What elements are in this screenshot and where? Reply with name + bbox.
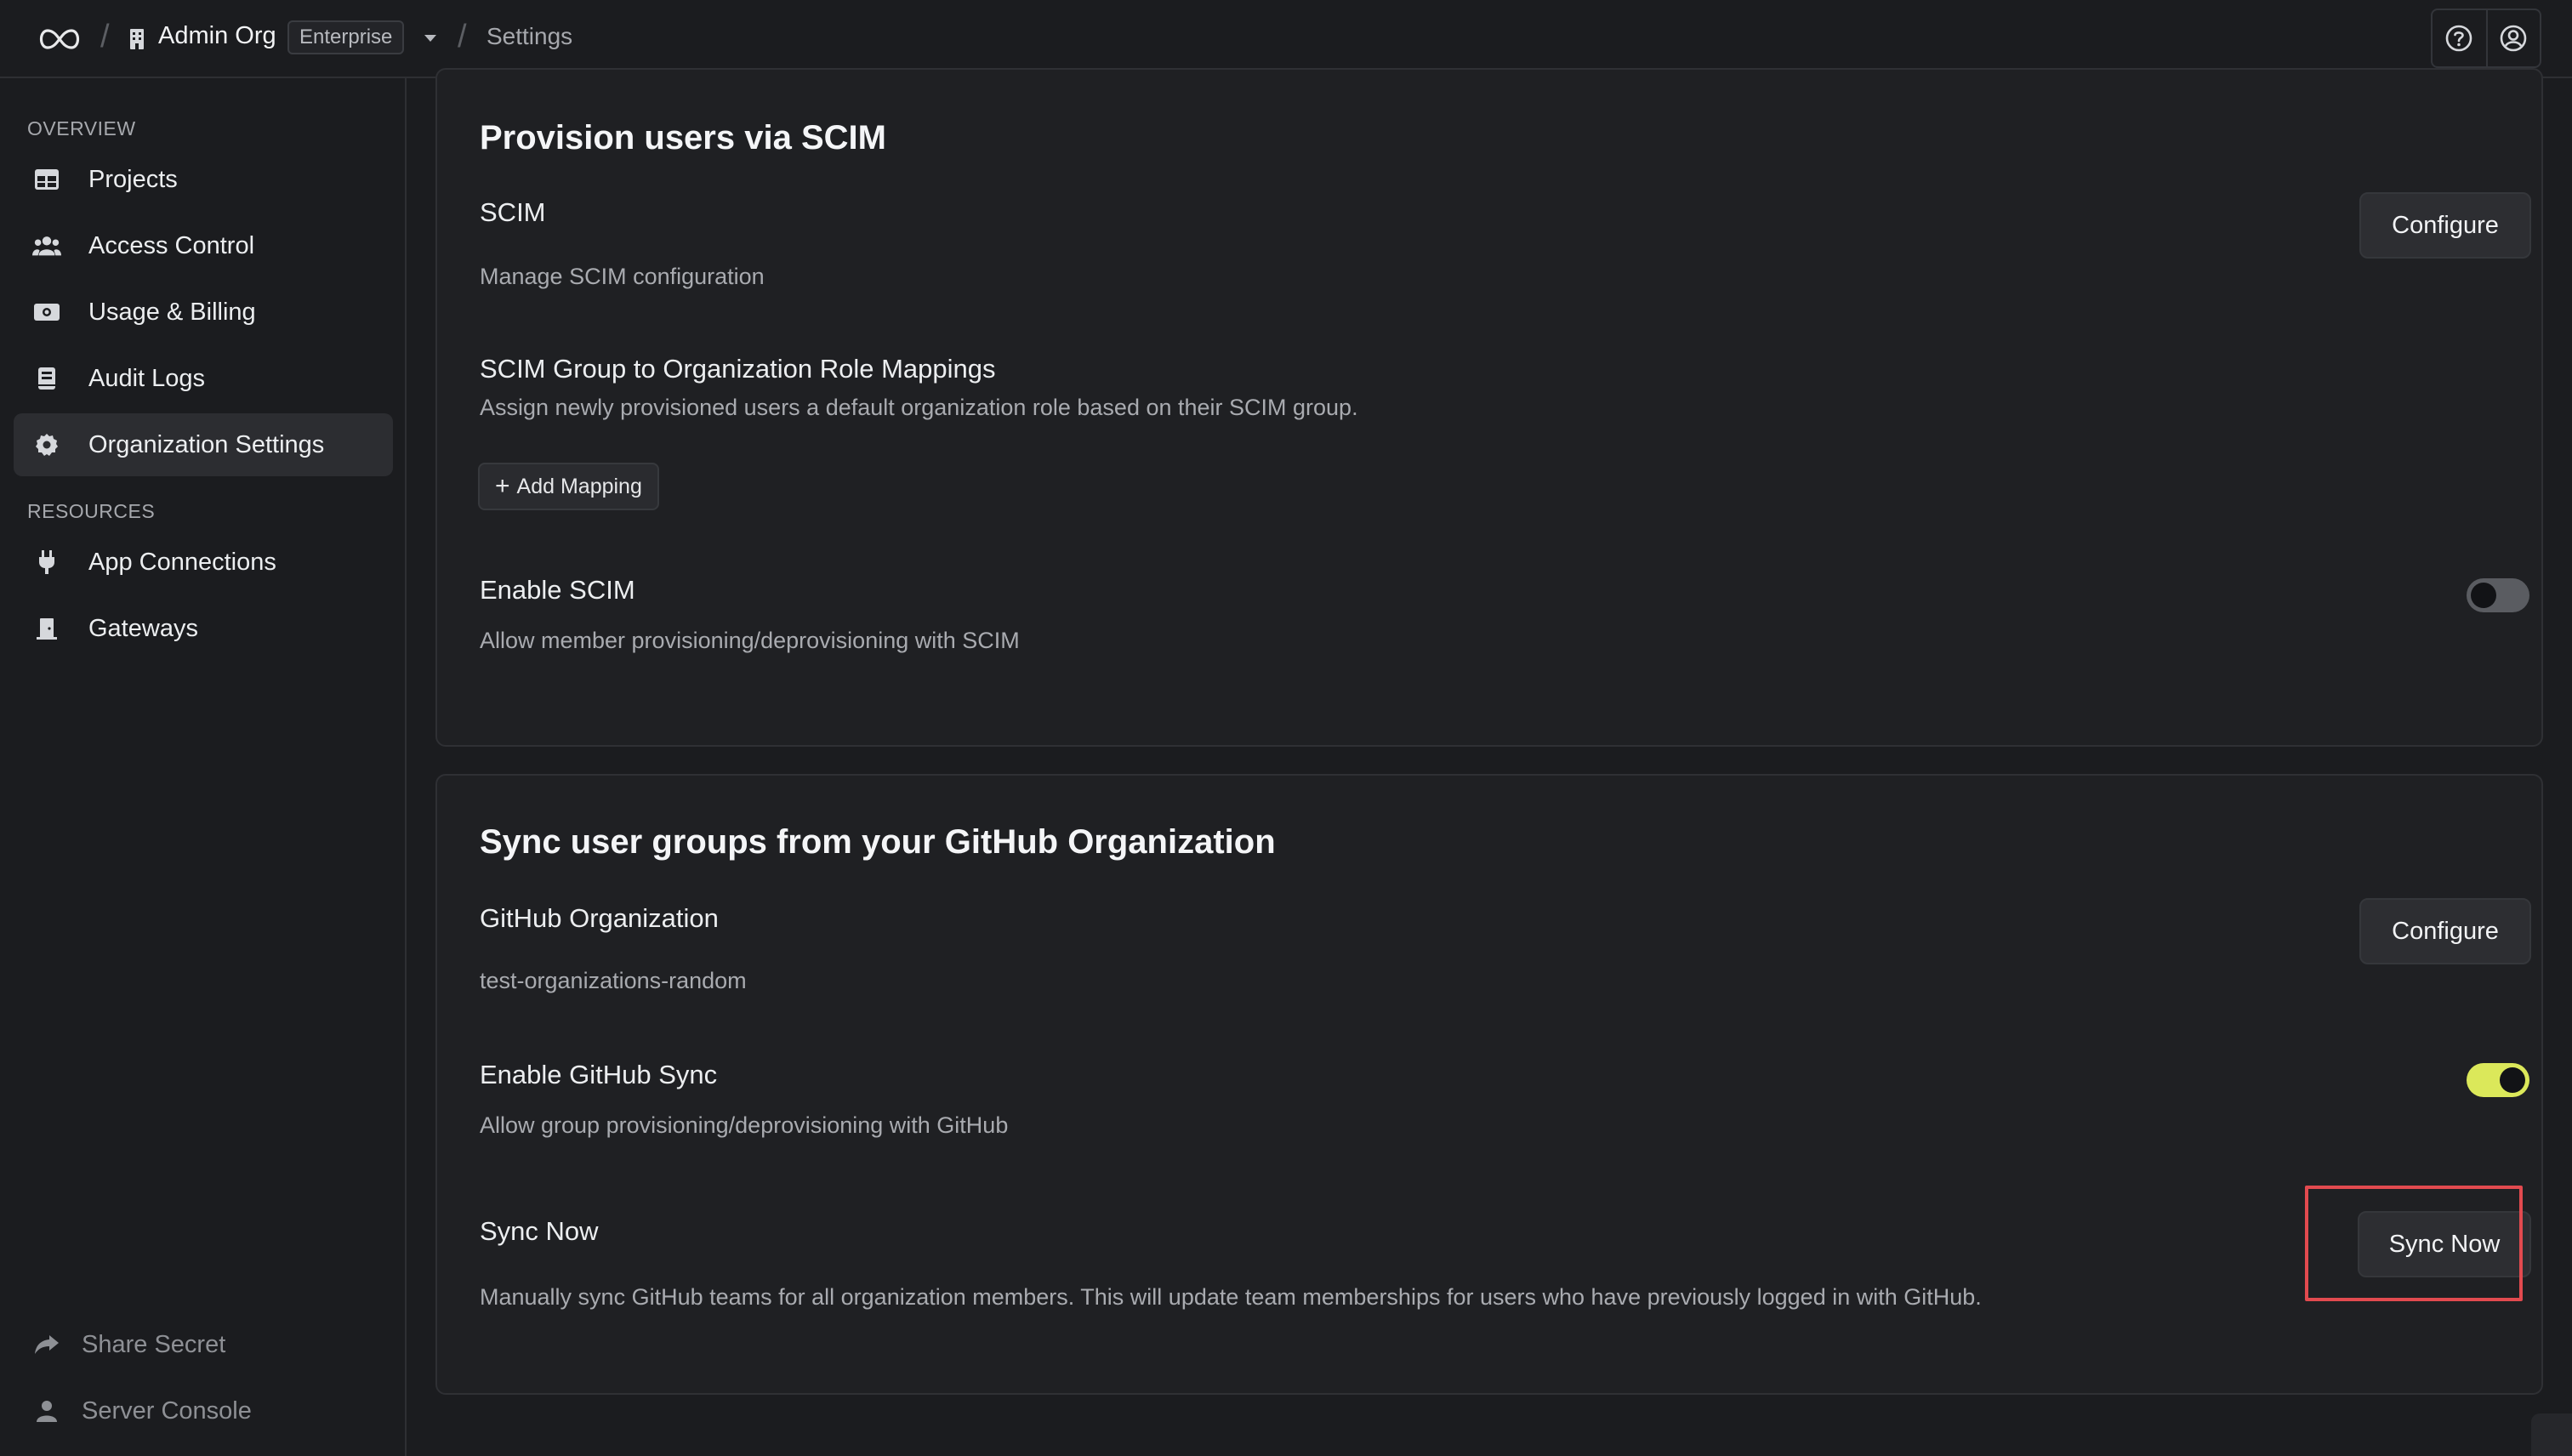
sidebar-item-server-console[interactable]: Server Console (14, 1379, 393, 1442)
user-icon (32, 1396, 61, 1425)
table-icon (32, 165, 61, 194)
sidebar-item-label: Share Secret (82, 1330, 226, 1358)
help-icon (2446, 25, 2472, 52)
sync-now-highlight (2305, 1186, 2523, 1301)
sidebar-item-audit-logs[interactable]: Audit Logs (14, 347, 393, 410)
gear-icon (32, 430, 61, 459)
toggle-knob (2500, 1067, 2525, 1093)
help-button[interactable] (2433, 10, 2486, 66)
scim-description: Manage SCIM configuration (480, 264, 765, 289)
section-label-overview: OVERVIEW (27, 117, 136, 139)
breadcrumb-separator: / (458, 19, 467, 54)
sidebar-item-label: Organization Settings (88, 430, 325, 458)
scim-configure-button[interactable]: Configure (2359, 192, 2531, 259)
card-title: Sync user groups from your GitHub Organi… (480, 823, 1276, 861)
money-icon (32, 298, 61, 327)
org-name[interactable]: Admin Org (158, 22, 276, 50)
sidebar-item-app-connections[interactable]: App Connections (14, 531, 393, 594)
account-button[interactable] (2485, 10, 2540, 66)
sidebar-item-label: Server Console (82, 1396, 252, 1425)
top-icon-group (2431, 9, 2541, 68)
plug-icon (32, 548, 61, 577)
toggle-knob (2471, 583, 2496, 608)
plus-icon: + (495, 472, 510, 500)
sidebar-item-label: Gateways (88, 614, 198, 642)
scim-card: Provision users via SCIM SCIM Manage SCI… (435, 68, 2543, 747)
enable-github-sync-description: Allow group provisioning/deprovisioning … (480, 1112, 1009, 1138)
user-circle-icon (2501, 25, 2527, 52)
mapping-description: Assign newly provisioned users a default… (480, 395, 1358, 420)
top-bar: / Admin Org Enterprise / Settings (0, 0, 2572, 78)
sidebar-item-usage-billing[interactable]: Usage & Billing (14, 281, 393, 344)
share-icon (32, 1330, 61, 1359)
plan-badge: Enterprise (287, 20, 405, 54)
sidebar-item-organization-settings[interactable]: Organization Settings (14, 413, 393, 476)
section-label-resources: RESOURCES (27, 500, 156, 522)
infinity-logo-icon[interactable] (36, 26, 83, 53)
github-org-value: test-organizations-random (480, 968, 747, 993)
door-icon (32, 614, 61, 643)
sidebar-item-share-secret[interactable]: Share Secret (14, 1313, 393, 1376)
sidebar-item-label: Access Control (88, 231, 255, 259)
enable-github-sync-toggle[interactable] (2467, 1063, 2529, 1097)
breadcrumb-separator: / (100, 19, 110, 54)
book-icon (32, 364, 61, 393)
github-sync-card: Sync user groups from your GitHub Organi… (435, 774, 2543, 1395)
corner-widget[interactable] (2531, 1413, 2572, 1456)
card-title: Provision users via SCIM (480, 119, 886, 156)
sidebar-item-label: App Connections (88, 548, 276, 576)
building-icon (130, 29, 144, 49)
enable-scim-toggle[interactable] (2467, 578, 2529, 612)
sidebar-item-projects[interactable]: Projects (14, 148, 393, 211)
sidebar-item-gateways[interactable]: Gateways (14, 597, 393, 660)
sync-now-description: Manually sync GitHub teams for all organ… (480, 1284, 1982, 1310)
github-configure-button[interactable]: Configure (2359, 898, 2531, 964)
add-mapping-button[interactable]: + Add Mapping (478, 463, 659, 510)
github-org-label: GitHub Organization (480, 903, 719, 933)
sidebar-item-label: Audit Logs (88, 364, 206, 392)
sidebar: OVERVIEW Projects Access Control Usage &… (0, 78, 407, 1456)
enable-scim-description: Allow member provisioning/deprovisioning… (480, 628, 1020, 653)
mapping-title: SCIM Group to Organization Role Mappings (480, 354, 996, 384)
sync-now-title: Sync Now (480, 1216, 599, 1246)
scim-label: SCIM (480, 197, 546, 227)
enable-scim-title: Enable SCIM (480, 575, 635, 605)
main-content: Provision users via SCIM SCIM Manage SCI… (407, 68, 2572, 1456)
sidebar-item-access-control[interactable]: Access Control (14, 214, 393, 277)
users-icon (32, 231, 61, 260)
enable-github-sync-title: Enable GitHub Sync (480, 1060, 718, 1089)
add-mapping-label: Add Mapping (516, 474, 642, 498)
caret-down-icon[interactable] (422, 32, 439, 44)
sidebar-item-label: Projects (88, 165, 178, 193)
sidebar-item-label: Usage & Billing (88, 298, 256, 326)
breadcrumb-settings[interactable]: Settings (487, 23, 572, 50)
